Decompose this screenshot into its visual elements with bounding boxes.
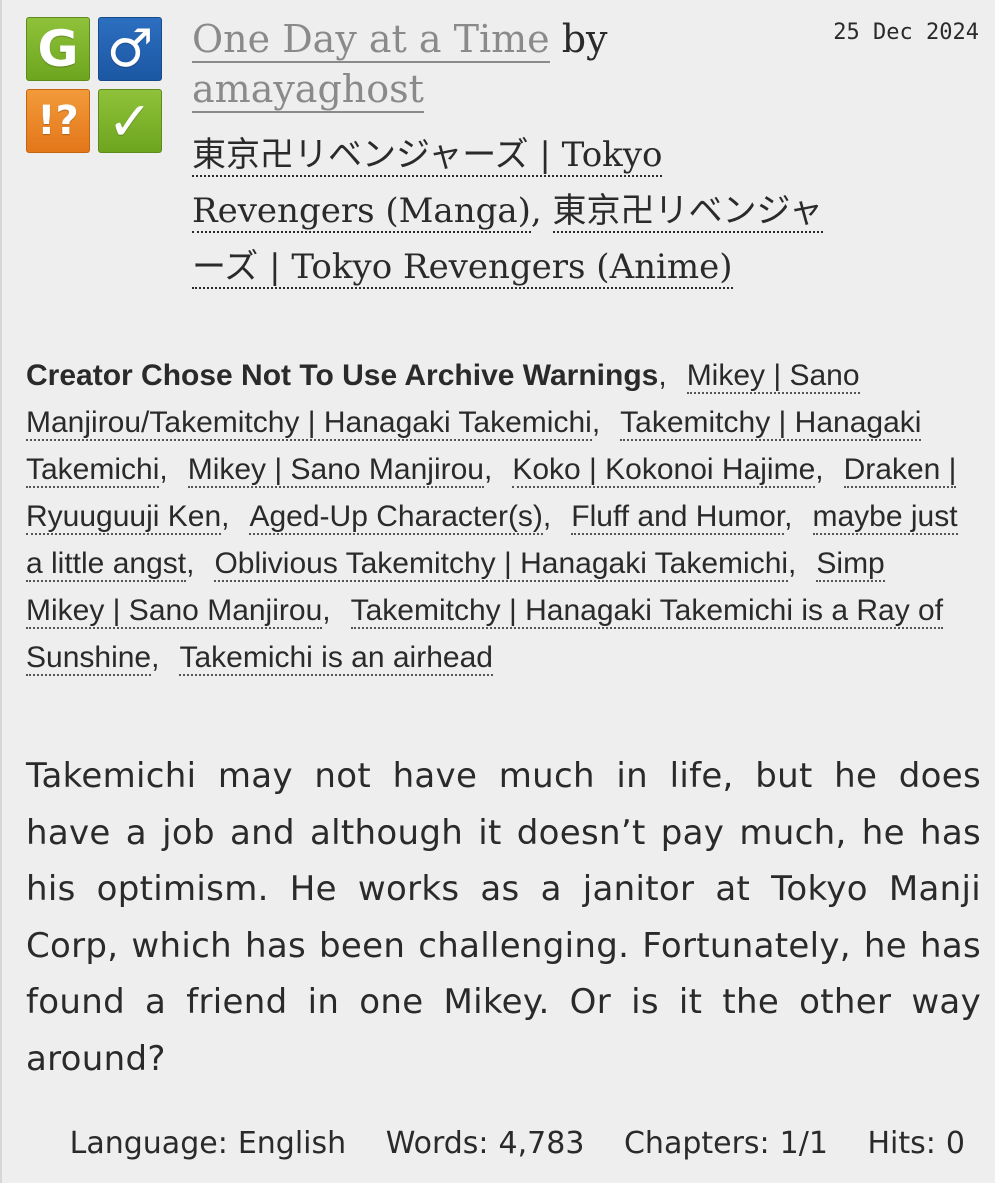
author-link[interactable]: amayaghost xyxy=(192,67,424,113)
words-value: 4,783 xyxy=(498,1126,585,1161)
tag-item: Fluff and Humor, xyxy=(571,500,793,535)
work-heading: One Day at a Time by amayaghost xyxy=(192,14,812,114)
words-label: Words: xyxy=(385,1126,489,1161)
rating-general-icon[interactable]: G xyxy=(26,17,90,81)
freeform-tag[interactable]: Aged-Up Character(s) xyxy=(249,500,543,535)
tag-item: Aged-Up Character(s), xyxy=(249,500,552,535)
archive-warning-tag[interactable]: Creator Chose Not To Use Archive Warning… xyxy=(26,359,658,392)
by-text: by xyxy=(561,17,608,61)
tag-list: Creator Chose Not To Use Archive Warning… xyxy=(26,352,971,681)
character-tag[interactable]: Mikey | Sano Manjirou xyxy=(187,453,484,488)
chapters-label: Chapters: xyxy=(623,1126,770,1161)
freeform-tag[interactable]: Takemichi is an airhead xyxy=(179,641,493,676)
language-stat: Language: English xyxy=(70,1126,347,1161)
work-stats: Language: English Words: 4,783 Chapters: 1/… xyxy=(70,1126,965,1161)
warning-choose-not-icon[interactable]: !? xyxy=(26,89,90,153)
tag-item: Oblivious Takemitchy | Hanagaki Takemich… xyxy=(214,547,797,582)
hits-label: Hits: xyxy=(867,1126,936,1161)
category-mm-icon[interactable]: ♂ xyxy=(98,17,162,81)
hits-stat: Hits: 0 xyxy=(868,1126,966,1161)
required-tags: G ♂ !? ✓ xyxy=(26,17,162,153)
warning-glyph: !? xyxy=(37,98,79,144)
complete-icon[interactable]: ✓ xyxy=(98,89,162,153)
tag-item: Mikey | Sano Manjirou, xyxy=(187,453,493,488)
work-blurb: G ♂ !? ✓ One Day at a Time by amayaghost… xyxy=(0,0,995,1183)
work-summary: Takemichi may not have much in life, but… xyxy=(26,756,981,1079)
freeform-tag[interactable]: Oblivious Takemitchy | Hanagaki Takemich… xyxy=(214,547,789,582)
category-glyph: ♂ xyxy=(106,19,154,79)
character-tag[interactable]: Koko | Kokonoi Hajime xyxy=(512,453,816,488)
rating-glyph: G xyxy=(37,20,79,78)
chapters-stat: Chapters: 1/1 xyxy=(624,1126,828,1161)
tag-item: Koko | Kokonoi Hajime, xyxy=(512,453,824,488)
hits-value: 0 xyxy=(945,1126,965,1161)
chapters-value: 1/1 xyxy=(779,1126,828,1161)
language-value: English xyxy=(237,1126,347,1161)
publish-date: 25 Dec 2024 xyxy=(833,20,979,45)
fandoms: 東京卍リベンジャーズ | Tokyo Revengers (Manga), 東京… xyxy=(192,135,823,289)
freeform-tag[interactable]: Fluff and Humor xyxy=(571,500,785,535)
work-title-link[interactable]: One Day at a Time xyxy=(192,17,550,63)
complete-glyph: ✓ xyxy=(107,89,153,153)
language-label: Language: xyxy=(69,1126,228,1161)
words-stat: Words: 4,783 xyxy=(386,1126,585,1161)
tag-item: Takemichi is an airhead xyxy=(179,641,493,676)
warning-tag-item: Creator Chose Not To Use Archive Warning… xyxy=(26,359,667,392)
